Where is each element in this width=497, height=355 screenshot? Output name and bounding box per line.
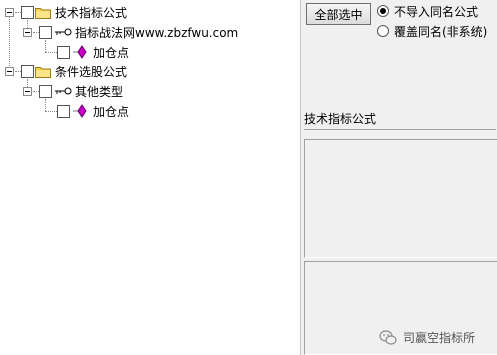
key-icon	[55, 87, 72, 95]
import-options-panel: 全部选中 不导入同名公式 覆盖同名(非系统) 技术指标公式	[300, 0, 497, 355]
watermark-text: 司赢空指标所	[403, 331, 476, 345]
radio-skip-duplicates[interactable]: 不导入同名公式	[377, 3, 478, 19]
tree-node-formula-item[interactable]: 加仓点	[0, 103, 200, 123]
tree-node-label: 加仓点	[93, 105, 130, 119]
divider	[304, 129, 496, 130]
tree-node-label: 技术指标公式	[55, 6, 128, 20]
watermark: 司赢空指标所	[379, 329, 475, 346]
tree-node-technical-indicators[interactable]: 技术指标公式	[0, 4, 200, 24]
tree-node-label: 指标战法网www.zbzfwu.com	[75, 26, 239, 40]
select-all-button[interactable]: 全部选中	[306, 3, 371, 25]
radio-overwrite-duplicates[interactable]: 覆盖同名(非系统)	[377, 23, 487, 39]
formula-diamond-icon	[73, 104, 87, 118]
tree-node-label: 其他类型	[75, 85, 124, 99]
tree-node-label: 条件选股公式	[55, 65, 128, 79]
formula-description-box[interactable]	[304, 139, 497, 258]
tree-node-other-types[interactable]: 其他类型	[0, 83, 200, 103]
tree-checkbox[interactable]	[39, 26, 52, 39]
tree-checkbox[interactable]	[39, 85, 52, 98]
key-icon	[55, 28, 72, 36]
collapse-toggle-icon[interactable]	[5, 8, 14, 17]
folder-icon	[35, 67, 51, 78]
tree-node-formula-item[interactable]: 加仓点	[0, 44, 200, 64]
folder-icon	[35, 8, 51, 19]
radio-label: 覆盖同名(非系统)	[394, 24, 488, 39]
formula-tree: 技术指标公式 指标战法网www.zbzfwu.com 加仓点 条件选股公式 其他…	[0, 0, 300, 355]
collapse-toggle-icon[interactable]	[23, 87, 32, 96]
tree-checkbox[interactable]	[21, 6, 34, 19]
tree-line	[45, 52, 57, 53]
radio-label: 不导入同名公式	[394, 4, 479, 19]
formula-diamond-icon	[73, 45, 87, 59]
radio-button[interactable]	[377, 25, 389, 37]
formula-group-label: 技术指标公式	[304, 112, 377, 126]
tree-node-stock-screening[interactable]: 条件选股公式	[0, 63, 200, 83]
radio-button[interactable]	[377, 5, 389, 17]
collapse-toggle-icon[interactable]	[5, 67, 14, 76]
tree-node-site[interactable]: 指标战法网www.zbzfwu.com	[0, 24, 260, 44]
wechat-icon	[379, 329, 397, 345]
tree-line	[45, 111, 57, 112]
tree-node-label: 加仓点	[93, 46, 130, 60]
tree-checkbox[interactable]	[21, 65, 34, 78]
tree-checkbox[interactable]	[57, 105, 70, 118]
collapse-toggle-icon[interactable]	[23, 28, 32, 37]
tree-checkbox[interactable]	[57, 46, 70, 59]
